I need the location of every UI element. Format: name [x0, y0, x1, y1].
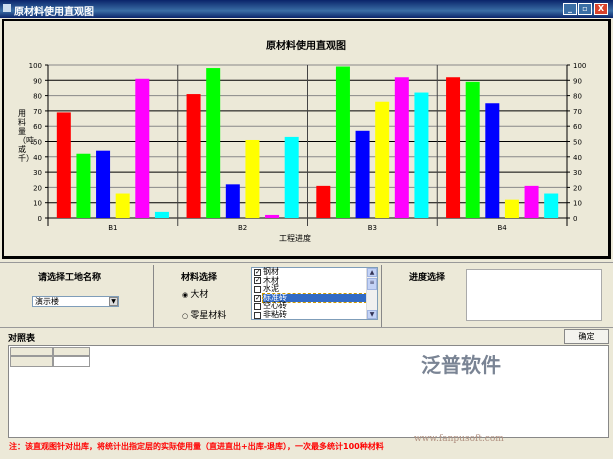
checkbox[interactable] — [254, 311, 261, 319]
bar — [96, 150, 111, 218]
checkbox[interactable] — [254, 303, 261, 311]
x-tick-label: B1 — [108, 224, 117, 232]
bar — [335, 66, 350, 218]
y-tick-label-right: 30 — [573, 169, 582, 177]
bar — [355, 130, 370, 218]
site-label: 请选择工地名称 — [38, 273, 102, 283]
site-select[interactable]: 演示楼 ▼ — [32, 296, 119, 307]
y-tick-label-right: 20 — [573, 184, 582, 192]
y-tick-label: 40 — [33, 154, 42, 162]
bar — [544, 193, 559, 218]
close-button[interactable]: X — [594, 3, 608, 15]
y-tick-label: 20 — [33, 184, 42, 192]
bar — [135, 78, 150, 218]
x-tick-label: B4 — [497, 224, 507, 232]
y-tick-label-right: 60 — [573, 123, 582, 131]
brand-logo — [417, 377, 492, 401]
material-label: 材料选择 — [181, 273, 218, 283]
y-tick-label: 60 — [33, 123, 42, 131]
app-icon — [3, 4, 11, 12]
bar — [206, 68, 221, 218]
bar — [316, 185, 331, 218]
bar — [485, 103, 500, 218]
x-tick-label: B3 — [368, 224, 377, 232]
bar — [56, 112, 71, 218]
y-tick-label-right: 70 — [573, 108, 582, 116]
y-tick-label: 30 — [33, 169, 42, 177]
bar — [186, 94, 201, 218]
checkbox[interactable]: ✓ — [254, 268, 261, 276]
y-tick-label-right: 90 — [573, 77, 582, 85]
y-tick-label: 100 — [29, 62, 42, 70]
minimize-button[interactable]: _ — [563, 3, 577, 15]
bar — [115, 193, 130, 218]
bar — [446, 77, 461, 218]
chart-panel: 原材料使用直观图 工程进度 用料量（吨或千） 0 0 10 10 20 20 30 30 40 4… — [2, 19, 611, 259]
y-tick-label-right: 40 — [573, 154, 582, 162]
y-tick-label: 10 — [33, 200, 42, 208]
y-tick-label: 80 — [33, 93, 42, 101]
y-tick-label-right: 80 — [573, 93, 582, 101]
bar — [414, 92, 429, 218]
scroll-down-icon[interactable]: ▼ — [367, 310, 377, 319]
site-select-value: 演示楼 — [35, 297, 59, 306]
comparison-table[interactable]: 泛普软件 — [8, 345, 609, 438]
checkbox[interactable] — [254, 285, 261, 293]
bar — [375, 101, 390, 218]
material-item[interactable]: 非粘砖 — [252, 309, 366, 320]
scrollbar[interactable]: ▲ ≡ ▼ — [366, 268, 377, 319]
note-text: 注：该直观图针对出库，将统计出指定层的实际使用量（直进直出+出库-退库），一次最… — [9, 442, 384, 451]
y-tick-label: 50 — [33, 139, 42, 147]
checkbox[interactable]: ✓ — [254, 277, 261, 285]
y-tick-label-right: 10 — [573, 200, 582, 208]
watermark-brand: 泛普软件 — [421, 353, 501, 377]
bar — [394, 77, 409, 218]
bar — [465, 81, 480, 218]
progress-label: 进度选择 — [409, 273, 446, 283]
confirm-button[interactable]: 确定 — [564, 329, 609, 344]
watermark-url: www.fanpusoft.com — [414, 434, 504, 444]
x-tick-label: B2 — [238, 224, 247, 232]
chevron-down-icon[interactable]: ▼ — [109, 297, 118, 306]
y-tick-label-right: 100 — [573, 62, 586, 70]
y-tick-label-right: 0 — [573, 215, 577, 223]
scroll-thumb[interactable]: ≡ — [367, 278, 377, 290]
title-bar: 原材料使用直观图 _ ▫ X — [0, 0, 613, 18]
bar — [225, 184, 240, 218]
maximize-button[interactable]: ▫ — [578, 3, 592, 15]
checkbox[interactable]: ✓ — [254, 294, 261, 302]
scroll-up-icon[interactable]: ▲ — [367, 268, 377, 277]
bar-chart: 0 0 10 10 20 20 30 30 40 40 50 50 60 60 70 70 80 80 90 90 10… — [29, 62, 587, 232]
bar — [245, 139, 260, 218]
window-title: 原材料使用直观图 — [14, 7, 94, 18]
table-label: 对照表 — [8, 334, 36, 344]
y-tick-label: 0 — [38, 215, 42, 223]
bar — [154, 211, 169, 218]
y-tick-label: 90 — [33, 77, 42, 85]
bar — [265, 214, 280, 218]
bar — [504, 199, 519, 218]
material-item-label: 非粘砖 — [263, 309, 287, 319]
material-listbox[interactable]: ✓ 钢材 ✓ 木材 水泥 ✓ 标准砖 空心砖 非粘砖 ▲ ≡ ▼ — [251, 267, 378, 320]
y-tick-label-right: 50 — [573, 139, 582, 147]
progress-listbox[interactable] — [466, 269, 602, 321]
bar — [284, 136, 299, 218]
bar — [76, 153, 91, 218]
radio-main-material[interactable]: ◉ 大材 — [182, 287, 208, 300]
radio-minor-material[interactable]: ○ 零星材料 — [182, 308, 226, 321]
y-tick-label: 70 — [33, 108, 42, 116]
bar — [524, 185, 539, 218]
